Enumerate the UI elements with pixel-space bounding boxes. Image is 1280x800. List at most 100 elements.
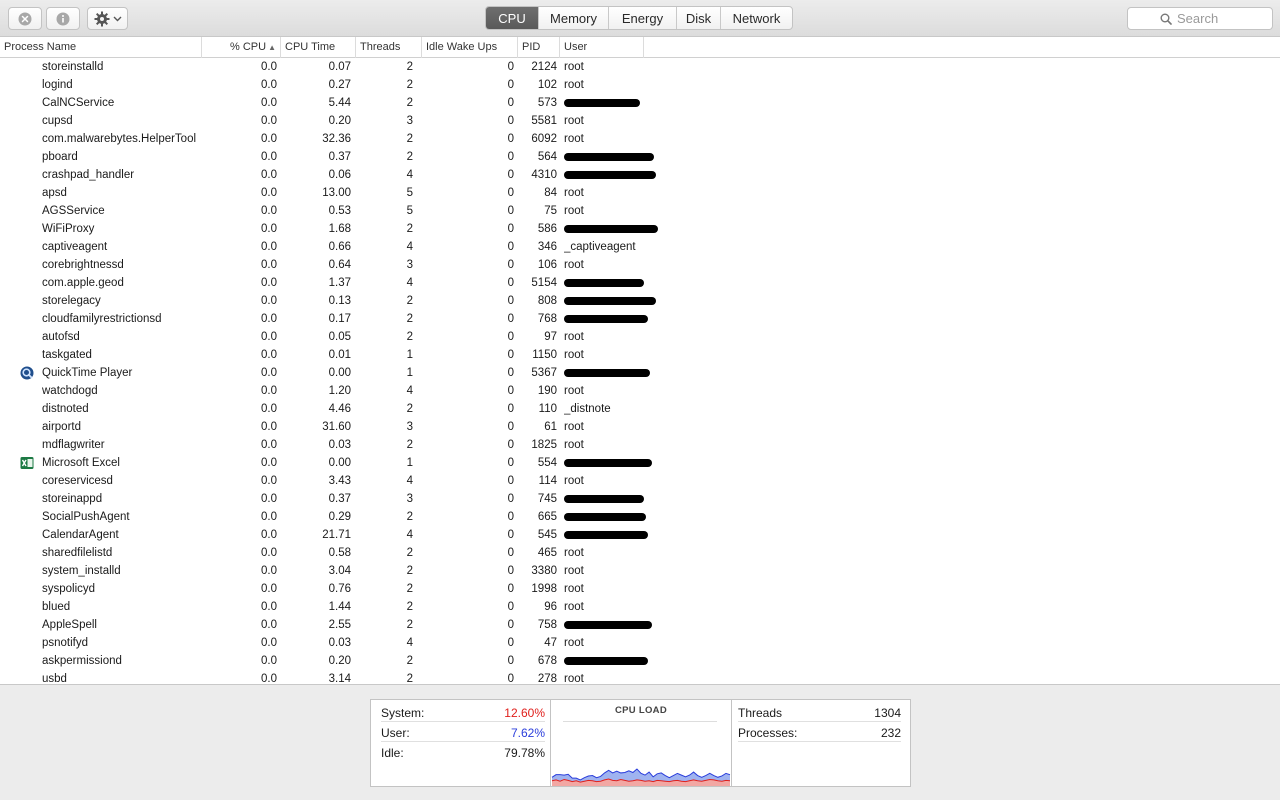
redaction-mark xyxy=(564,315,648,323)
user-name xyxy=(564,292,664,310)
action-menu-button[interactable] xyxy=(87,7,128,30)
search-input[interactable] xyxy=(1177,11,1257,26)
table-row[interactable]: syspolicyd 0.0 0.76 2 0 1998 root xyxy=(0,580,1280,598)
process-name: coreservicesd xyxy=(42,475,113,487)
column-header-pid[interactable]: PID xyxy=(518,37,560,58)
thread-count: 2 xyxy=(406,619,413,631)
redaction-mark xyxy=(564,153,654,161)
user-stat: User: 7.62% xyxy=(381,724,545,742)
table-row[interactable]: QuickTime Player 0.0 0.00 1 0 5367 xyxy=(0,364,1280,382)
table-row[interactable]: pboard 0.0 0.37 2 0 564 xyxy=(0,148,1280,166)
search-field[interactable] xyxy=(1127,7,1273,30)
pid: 678 xyxy=(537,655,557,667)
column-header-user[interactable]: User xyxy=(560,37,644,58)
table-row[interactable]: apsd 0.0 13.00 5 0 84 root xyxy=(0,184,1280,202)
quit-process-button[interactable] xyxy=(8,7,42,30)
column-header-cpu-time[interactable]: CPU Time xyxy=(281,37,356,58)
tab-memory[interactable]: Memory xyxy=(538,7,608,29)
tab-network[interactable]: Network xyxy=(720,7,792,29)
table-row[interactable]: taskgated 0.0 0.01 1 0 1150 root xyxy=(0,346,1280,364)
cpu-percent: 0.0 xyxy=(261,205,277,217)
processes-value: 232 xyxy=(880,726,901,740)
table-row[interactable]: sharedfilelistd 0.0 0.58 2 0 465 root xyxy=(0,544,1280,562)
table-row[interactable]: watchdogd 0.0 1.20 4 0 190 root xyxy=(0,382,1280,400)
pid: 5154 xyxy=(531,277,557,289)
tab-cpu[interactable]: CPU xyxy=(486,7,538,29)
process-name: storeinstalld xyxy=(42,61,104,73)
table-row[interactable]: CalendarAgent 0.0 21.71 4 0 545 xyxy=(0,526,1280,544)
table-row[interactable]: distnoted 0.0 4.46 2 0 110 _distnote xyxy=(0,400,1280,418)
cpu-time: 0.05 xyxy=(328,331,351,343)
table-row[interactable]: cloudfamilyrestrictionsd 0.0 0.17 2 0 768 xyxy=(0,310,1280,328)
user-name xyxy=(564,148,664,166)
process-name: usbd xyxy=(42,673,67,685)
table-row[interactable]: autofsd 0.0 0.05 2 0 97 root xyxy=(0,328,1280,346)
process-name: WiFiProxy xyxy=(42,223,95,235)
table-row[interactable]: mdflagwriter 0.0 0.03 2 0 1825 root xyxy=(0,436,1280,454)
pid: 554 xyxy=(537,457,557,469)
table-row[interactable]: WiFiProxy 0.0 1.68 2 0 586 xyxy=(0,220,1280,238)
table-row[interactable]: storeinstalld 0.0 0.07 2 0 2124 root xyxy=(0,58,1280,76)
table-row[interactable]: Microsoft Excel 0.0 0.00 1 0 554 xyxy=(0,454,1280,472)
table-row[interactable]: CalNCService 0.0 5.44 2 0 573 xyxy=(0,94,1280,112)
user-name xyxy=(564,652,664,670)
pid: 768 xyxy=(537,313,557,325)
tab-energy[interactable]: Energy xyxy=(608,7,676,29)
idle-wake-ups: 0 xyxy=(507,439,514,451)
table-row[interactable]: SocialPushAgent 0.0 0.29 2 0 665 xyxy=(0,508,1280,526)
table-row[interactable]: logind 0.0 0.27 2 0 102 root xyxy=(0,76,1280,94)
table-row[interactable]: captiveagent 0.0 0.66 4 0 346 _captiveagent xyxy=(0,238,1280,256)
processes-label: Processes: xyxy=(738,726,798,740)
table-row[interactable]: com.malwarebytes.HelperTool 0.0 32.36 2 0 609… xyxy=(0,130,1280,148)
table-row[interactable]: blued 0.0 1.44 2 0 96 root xyxy=(0,598,1280,616)
table-row[interactable]: cupsd 0.0 0.20 3 0 5581 root xyxy=(0,112,1280,130)
pid: 97 xyxy=(544,331,557,343)
thread-count: 2 xyxy=(406,61,413,73)
user-name xyxy=(564,310,664,328)
column-header-process-name[interactable]: Process Name xyxy=(0,37,202,58)
table-row[interactable]: system_installd 0.0 3.04 2 0 3380 root xyxy=(0,562,1280,580)
idle-stat: Idle: 79.78% xyxy=(381,744,545,762)
table-row[interactable]: storelegacy 0.0 0.13 2 0 808 xyxy=(0,292,1280,310)
table-row[interactable]: airportd 0.0 31.60 3 0 61 root xyxy=(0,418,1280,436)
idle-wake-ups: 0 xyxy=(507,97,514,109)
cpu-percent: 0.0 xyxy=(261,115,277,127)
cpu-percent: 0.0 xyxy=(261,565,277,577)
idle-wake-ups: 0 xyxy=(507,565,514,577)
tab-disk[interactable]: Disk xyxy=(676,7,720,29)
table-row[interactable]: com.apple.geod 0.0 1.37 4 0 5154 xyxy=(0,274,1280,292)
table-row[interactable]: crashpad_handler 0.0 0.06 4 0 4310 xyxy=(0,166,1280,184)
table-row[interactable]: psnotifyd 0.0 0.03 4 0 47 root xyxy=(0,634,1280,652)
table-row[interactable]: AppleSpell 0.0 2.55 2 0 758 xyxy=(0,616,1280,634)
column-header-idle-wake-ups[interactable]: Idle Wake Ups xyxy=(422,37,518,58)
process-name: watchdogd xyxy=(42,385,98,397)
column-header-threads[interactable]: Threads xyxy=(356,37,422,58)
table-header: Process Name % CPU ▲ CPU Time Threads Idl… xyxy=(0,37,1280,58)
table-row[interactable]: askpermissiond 0.0 0.20 2 0 678 xyxy=(0,652,1280,670)
thread-count: 2 xyxy=(406,673,413,685)
pid: 545 xyxy=(537,529,557,541)
pid: 4310 xyxy=(531,169,557,181)
process-table[interactable]: storeinstalld 0.0 0.07 2 0 2124 root logind 0.0 0… xyxy=(0,58,1280,685)
user-value: 7.62% xyxy=(510,726,545,740)
cpu-time: 0.20 xyxy=(328,115,351,127)
cpu-time: 0.66 xyxy=(328,241,351,253)
cpu-percent: 0.0 xyxy=(261,385,277,397)
user-name xyxy=(564,454,664,472)
pid: 3380 xyxy=(531,565,557,577)
pid: 84 xyxy=(544,187,557,199)
table-row[interactable]: corebrightnessd 0.0 0.64 3 0 106 root xyxy=(0,256,1280,274)
inspect-process-button[interactable] xyxy=(46,7,80,30)
cpu-percent: 0.0 xyxy=(261,259,277,271)
table-row[interactable]: AGSService 0.0 0.53 5 0 75 root xyxy=(0,202,1280,220)
table-row[interactable]: coreservicesd 0.0 3.43 4 0 114 root xyxy=(0,472,1280,490)
thread-count: 3 xyxy=(406,115,413,127)
table-row[interactable]: storeinappd 0.0 0.37 3 0 745 xyxy=(0,490,1280,508)
thread-count: 2 xyxy=(406,133,413,145)
redaction-mark xyxy=(564,531,648,539)
column-header-cpu[interactable]: % CPU ▲ xyxy=(202,37,281,58)
table-row[interactable]: usbd 0.0 3.14 2 0 278 root xyxy=(0,670,1280,685)
process-name: com.apple.geod xyxy=(42,277,124,289)
process-name: com.malwarebytes.HelperTool xyxy=(42,133,197,145)
user-name xyxy=(564,508,664,526)
